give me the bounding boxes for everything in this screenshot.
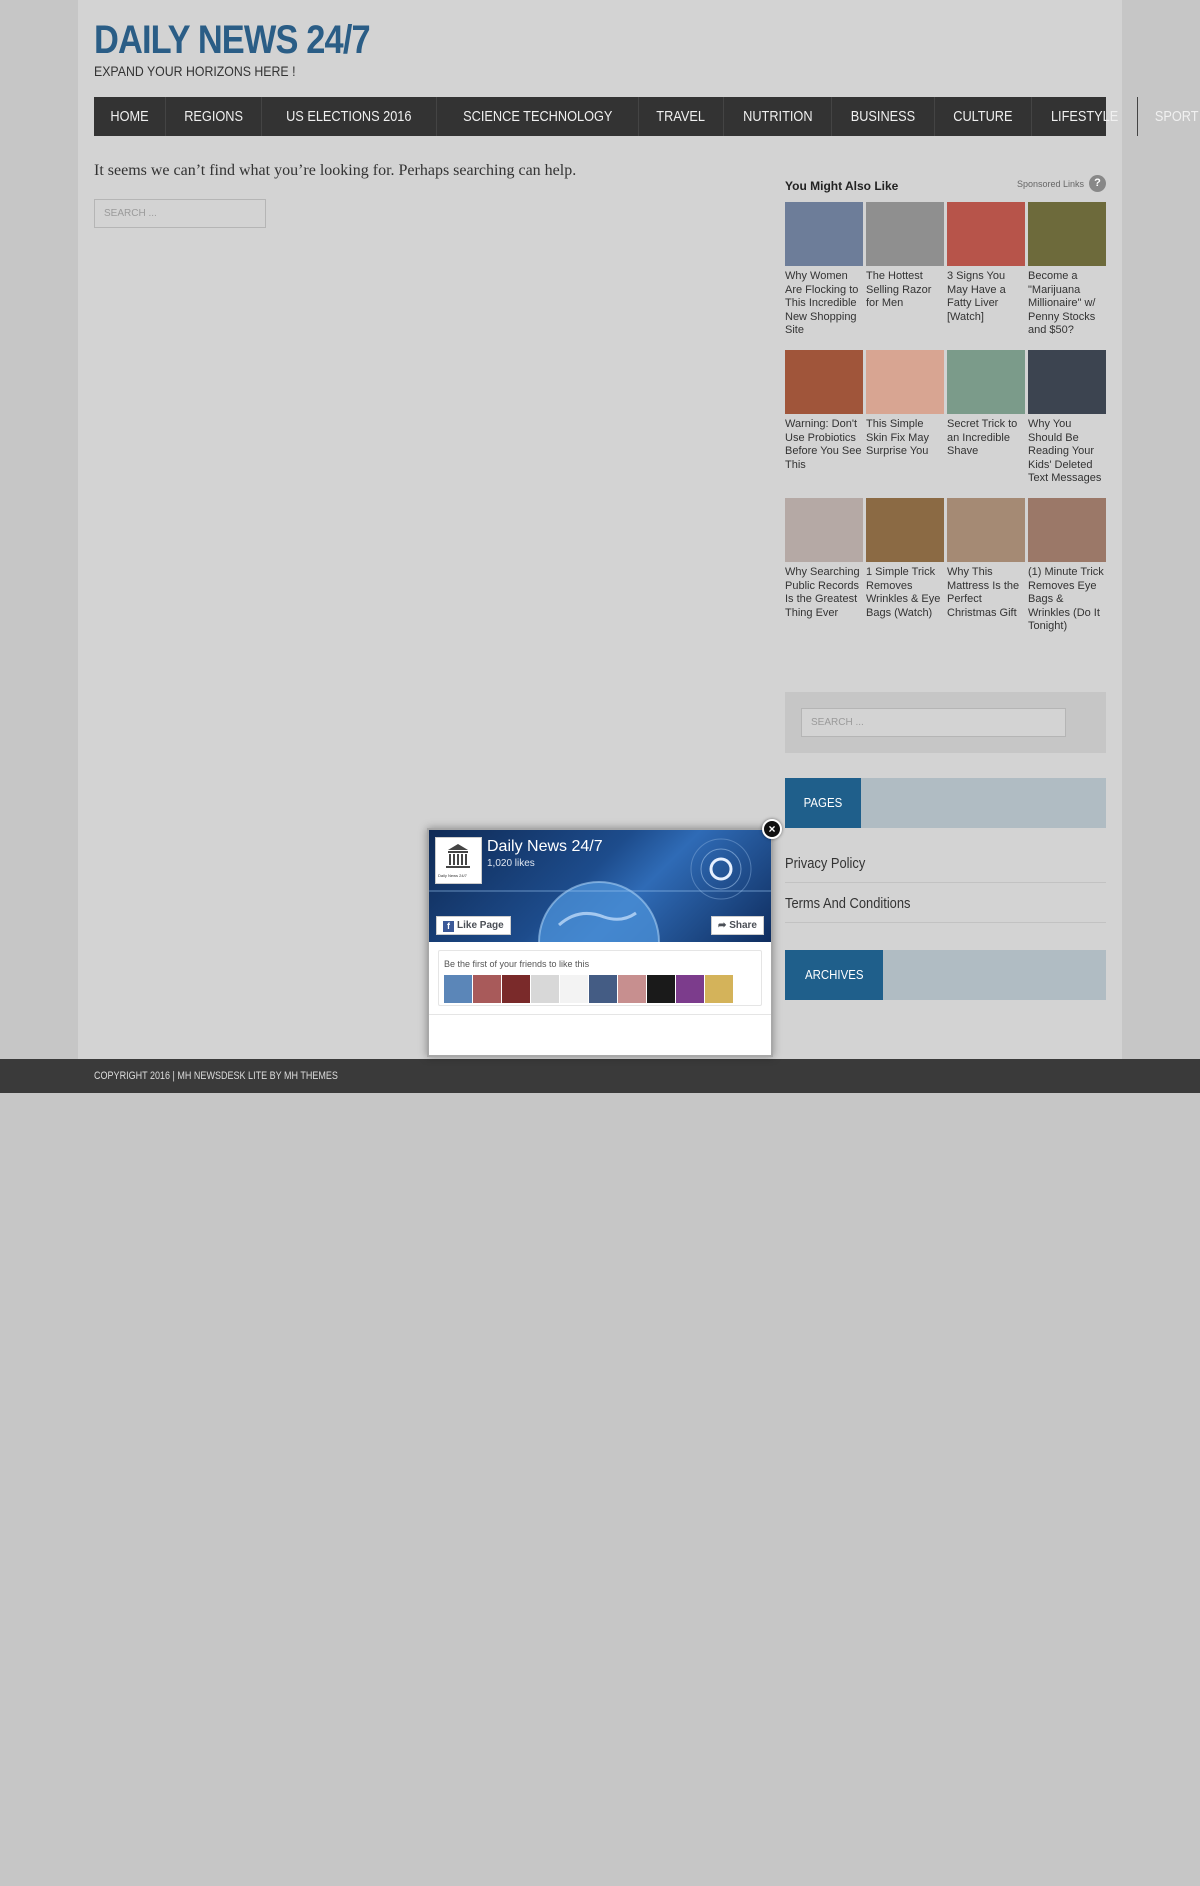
sponsored-item[interactable]: Why Searching Public Records Is the Grea… bbox=[785, 498, 863, 646]
main-nav: HOME REGIONS US ELECTIONS 2016 SCIENCE T… bbox=[94, 97, 1199, 136]
sponsored-item[interactable]: Why This Mattress Is the Perfect Christm… bbox=[947, 498, 1025, 646]
sponsored-item[interactable]: This Simple Skin Fix May Surprise You bbox=[866, 350, 944, 498]
site-title[interactable]: DAILY NEWS 24/7 bbox=[94, 18, 371, 63]
avatar[interactable] bbox=[647, 975, 675, 1003]
nav-item-lifestyle[interactable]: LIFESTYLE bbox=[1032, 97, 1139, 136]
sponsored-caption[interactable]: Why This Mattress Is the Perfect Christm… bbox=[947, 566, 1025, 620]
sponsored-caption[interactable]: 1 Simple Trick Removes Wrinkles & Eye Ba… bbox=[866, 566, 944, 620]
footer-copyright: COPYRIGHT 2016 | MH NEWSDESK LITE BY MH … bbox=[94, 1070, 338, 1082]
sponsored-item[interactable]: Warning: Don't Use Probiotics Before You… bbox=[785, 350, 863, 498]
close-icon[interactable]: × bbox=[762, 819, 782, 839]
nav-item-regions[interactable]: REGIONS bbox=[166, 97, 263, 136]
avatar[interactable] bbox=[560, 975, 588, 1003]
share-button[interactable]: ➦ Share bbox=[711, 916, 764, 935]
sponsored-image[interactable] bbox=[947, 350, 1025, 414]
sidebar-search-input[interactable] bbox=[801, 708, 1066, 737]
nav-item-nutrition[interactable]: NUTRITION bbox=[724, 97, 833, 136]
sponsored-item[interactable]: 3 Signs You May Have a Fatty Liver [Watc… bbox=[947, 202, 1025, 350]
sponsored-item[interactable]: Become a "Marijuana Millionaire" w/ Penn… bbox=[1028, 202, 1106, 350]
facebook-page-name[interactable]: Daily News 24/7 bbox=[487, 838, 603, 856]
sponsored-caption[interactable]: The Hottest Selling Razor for Men bbox=[866, 270, 944, 311]
sponsored-title: You Might Also Like bbox=[785, 179, 899, 193]
sponsored-caption[interactable]: Why You Should Be Reading Your Kids' Del… bbox=[1028, 418, 1106, 486]
sponsored-caption[interactable]: (1) Minute Trick Removes Eye Bags & Wrin… bbox=[1028, 566, 1106, 634]
avatar[interactable] bbox=[618, 975, 646, 1003]
sponsored-image[interactable] bbox=[1028, 498, 1106, 562]
nav-item-travel[interactable]: TRAVEL bbox=[639, 97, 724, 136]
friends-like-text: Be the first of your friends to like thi… bbox=[444, 959, 590, 969]
nav-item-sport[interactable]: SPORT bbox=[1138, 97, 1200, 136]
sponsored-caption[interactable]: Secret Trick to an Incredible Shave bbox=[947, 418, 1025, 459]
nav-item-home[interactable]: HOME bbox=[94, 97, 166, 136]
sponsored-image[interactable] bbox=[947, 498, 1025, 562]
site-tagline: EXPAND YOUR HORIZONS HERE ! bbox=[94, 63, 296, 79]
like-page-button[interactable]: f Like Page bbox=[436, 916, 511, 935]
sponsored-image[interactable] bbox=[866, 350, 944, 414]
logo-caption: Daily News 24/7 bbox=[438, 873, 467, 878]
facebook-cover-image[interactable]: Daily News 24/7 Daily News 24/7 1,020 li… bbox=[429, 830, 771, 942]
sponsored-item[interactable]: The Hottest Selling Razor for Men bbox=[866, 202, 944, 350]
pages-widget-title: PAGES bbox=[785, 778, 861, 828]
nav-item-science-technology[interactable]: SCIENCE TECHNOLOGY bbox=[437, 97, 640, 136]
sponsored-image[interactable] bbox=[785, 202, 863, 266]
friend-avatars bbox=[444, 975, 733, 1003]
facebook-page-logo[interactable]: Daily News 24/7 bbox=[435, 837, 482, 884]
sponsored-image[interactable] bbox=[785, 498, 863, 562]
facebook-likes-count: 1,020 likes bbox=[487, 858, 535, 869]
avatar[interactable] bbox=[589, 975, 617, 1003]
archives-widget-title: ARCHIVES bbox=[785, 950, 884, 1000]
nav-item-business[interactable]: BUSINESS bbox=[832, 97, 936, 136]
sponsored-caption[interactable]: Why Women Are Flocking to This Incredibl… bbox=[785, 270, 863, 338]
avatar[interactable] bbox=[473, 975, 501, 1003]
sponsored-item[interactable]: 1 Simple Trick Removes Wrinkles & Eye Ba… bbox=[866, 498, 944, 646]
footer: COPYRIGHT 2016 | MH NEWSDESK LITE BY MH … bbox=[0, 1059, 1200, 1093]
sponsored-caption[interactable]: Why Searching Public Records Is the Grea… bbox=[785, 566, 863, 620]
pages-widget-header: PAGES bbox=[785, 778, 1106, 828]
avatar[interactable] bbox=[531, 975, 559, 1003]
sidebar-link-terms[interactable]: Terms And Conditions bbox=[785, 885, 1106, 923]
sponsored-caption[interactable]: This Simple Skin Fix May Surprise You bbox=[866, 418, 944, 459]
facebook-popup: Daily News 24/7 Daily News 24/7 1,020 li… bbox=[427, 828, 773, 1057]
archives-widget-header: ARCHIVES bbox=[785, 950, 1106, 1000]
sidebar-link-privacy-policy[interactable]: Privacy Policy bbox=[785, 845, 1106, 883]
avatar[interactable] bbox=[444, 975, 472, 1003]
sidebar-search-widget bbox=[785, 692, 1106, 753]
facebook-icon: f bbox=[443, 921, 454, 932]
sponsored-image[interactable] bbox=[1028, 350, 1106, 414]
sponsored-caption[interactable]: Warning: Don't Use Probiotics Before You… bbox=[785, 418, 863, 472]
sponsored-grid: Why Women Are Flocking to This Incredibl… bbox=[785, 202, 1106, 646]
sponsored-caption[interactable]: 3 Signs You May Have a Fatty Liver [Watc… bbox=[947, 270, 1025, 324]
sponsored-item[interactable]: (1) Minute Trick Removes Eye Bags & Wrin… bbox=[1028, 498, 1106, 646]
sponsored-image[interactable] bbox=[866, 202, 944, 266]
sponsored-image[interactable] bbox=[947, 202, 1025, 266]
sponsored-image[interactable] bbox=[866, 498, 944, 562]
popup-divider bbox=[429, 1014, 771, 1015]
sponsored-caption[interactable]: Become a "Marijuana Millionaire" w/ Penn… bbox=[1028, 270, 1106, 338]
sponsored-item[interactable]: Why You Should Be Reading Your Kids' Del… bbox=[1028, 350, 1106, 498]
nav-item-culture[interactable]: CULTURE bbox=[935, 97, 1032, 136]
search-input[interactable] bbox=[94, 199, 266, 228]
share-icon: ➦ bbox=[718, 920, 730, 931]
avatar[interactable] bbox=[676, 975, 704, 1003]
avatar[interactable] bbox=[502, 975, 530, 1003]
facebook-friends-box: Be the first of your friends to like thi… bbox=[438, 950, 762, 1006]
sponsored-item[interactable]: Why Women Are Flocking to This Incredibl… bbox=[785, 202, 863, 350]
nav-item-us-elections[interactable]: US ELECTIONS 2016 bbox=[262, 97, 437, 136]
sponsored-image[interactable] bbox=[785, 350, 863, 414]
help-icon[interactable]: ? bbox=[1089, 175, 1106, 192]
not-found-message: It seems we can’t find what you’re looki… bbox=[94, 162, 577, 179]
avatar[interactable] bbox=[705, 975, 733, 1003]
sponsored-item[interactable]: Secret Trick to an Incredible Shave bbox=[947, 350, 1025, 498]
sponsored-links-label[interactable]: Sponsored Links bbox=[1017, 179, 1084, 189]
sponsored-image[interactable] bbox=[1028, 202, 1106, 266]
